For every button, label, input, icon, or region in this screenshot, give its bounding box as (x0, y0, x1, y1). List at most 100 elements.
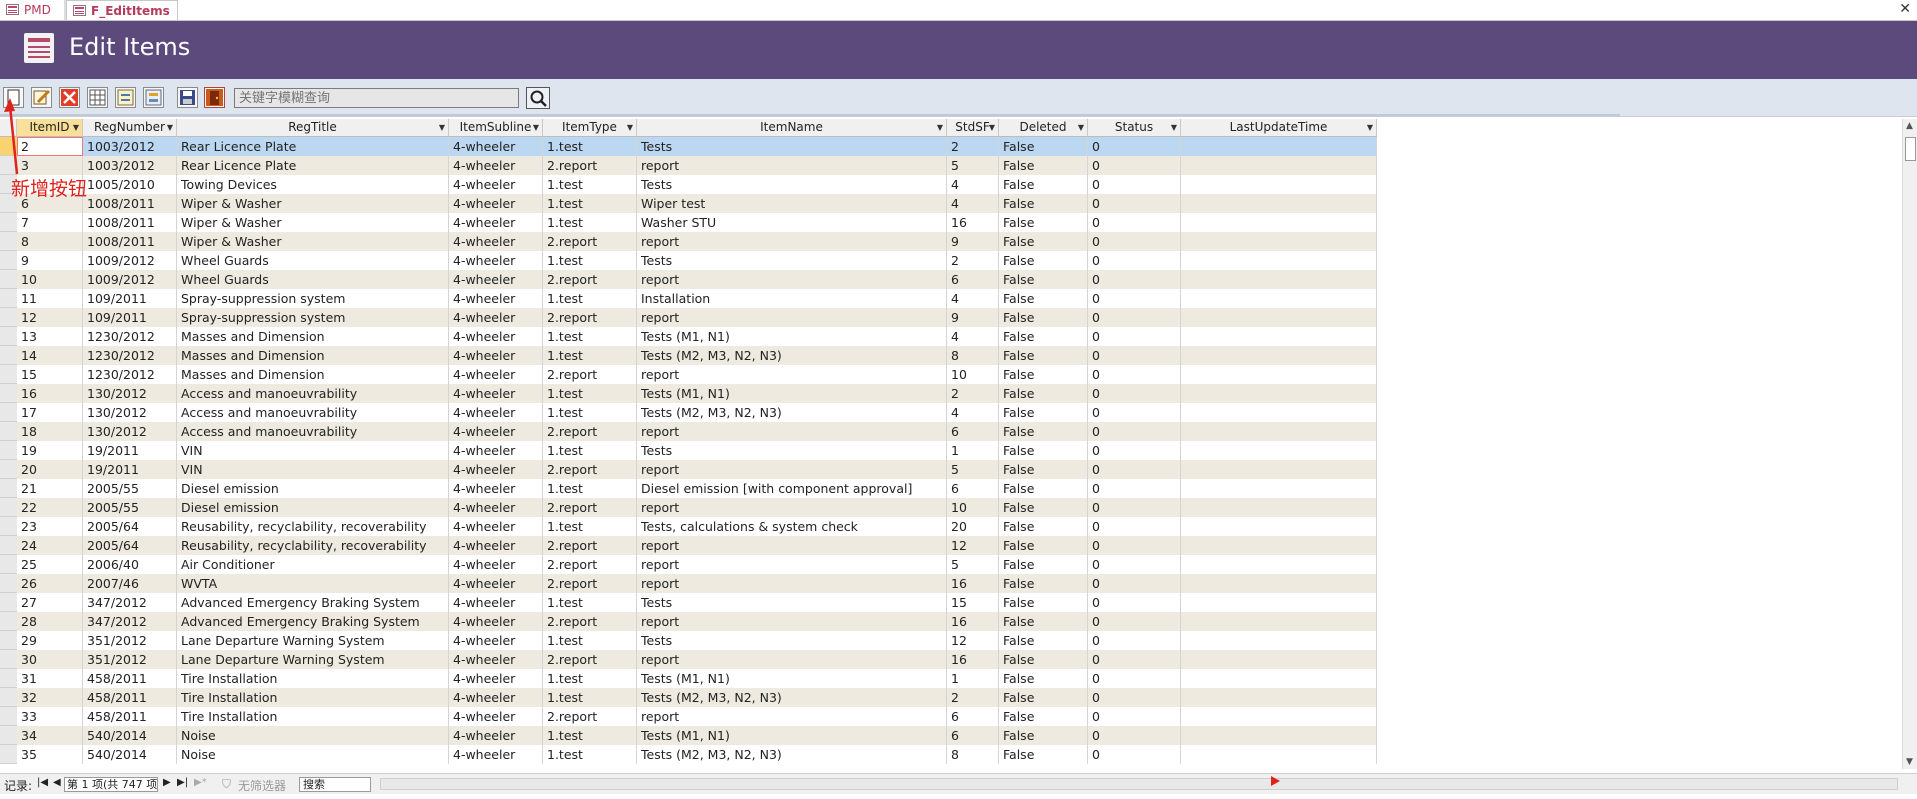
dropdown-arrow-icon[interactable]: ▼ (73, 119, 79, 136)
cell-regtitle[interactable]: Wiper & Washer (177, 213, 449, 232)
cell-status[interactable]: 0 (1088, 688, 1181, 707)
cell-itemtype[interactable]: 1.test (543, 517, 637, 536)
cell-lastupdatetime[interactable] (1181, 726, 1377, 745)
cell-itemsubline[interactable]: 4-wheeler (449, 308, 543, 327)
cell-regtitle[interactable]: Wheel Guards (177, 270, 449, 289)
cell-status[interactable]: 0 (1088, 574, 1181, 593)
table-row[interactable]: 9 1009/2012 Wheel Guards 4-wheeler 1.test Tes… (17, 251, 1377, 270)
cell-itemname[interactable]: Tests (M2, M3, N2, N3) (637, 688, 947, 707)
table-row[interactable]: 12 109/2011 Spray-suppression system 4-whee… (17, 308, 1377, 327)
table-row[interactable]: 6 1008/2011 Wiper & Washer 4-wheeler 1.test W… (17, 194, 1377, 213)
cell-itemsubline[interactable]: 4-wheeler (449, 593, 543, 612)
cell-itemsubline[interactable]: 4-wheeler (449, 517, 543, 536)
cell-stdsf[interactable]: 9 (947, 308, 999, 327)
cell-deleted[interactable]: False (999, 726, 1088, 745)
cell-regnumber[interactable]: 19/2011 (83, 460, 177, 479)
keyword-search-input[interactable] (234, 88, 519, 108)
cell-itemtype[interactable]: 2.report (543, 460, 637, 479)
cell-stdsf[interactable]: 4 (947, 289, 999, 308)
cell-lastupdatetime[interactable] (1181, 137, 1377, 156)
cell-regtitle[interactable]: Tire Installation (177, 669, 449, 688)
table-row[interactable]: 3 1003/2012 Rear Licence Plate 4-wheeler 2.r… (17, 156, 1377, 175)
cell-deleted[interactable]: False (999, 574, 1088, 593)
cell-regtitle[interactable]: Masses and Dimension (177, 346, 449, 365)
cell-itemtype[interactable]: 1.test (543, 403, 637, 422)
cell-deleted[interactable]: False (999, 555, 1088, 574)
column-header-itemid[interactable]: ItemID ▼ (17, 119, 83, 137)
cell-regtitle[interactable]: Masses and Dimension (177, 327, 449, 346)
cell-regtitle[interactable]: Wiper & Washer (177, 194, 449, 213)
table-row[interactable]: 15 1230/2012 Masses and Dimension 4-wheeler… (17, 365, 1377, 384)
dropdown-arrow-icon[interactable]: ▼ (533, 119, 539, 136)
cell-itemsubline[interactable]: 4-wheeler (449, 479, 543, 498)
column-header-itemname[interactable]: ItemName ▼ (637, 119, 947, 137)
row-selector[interactable] (0, 517, 17, 536)
cell-stdsf[interactable]: 4 (947, 194, 999, 213)
cell-deleted[interactable]: False (999, 251, 1088, 270)
column-header-regnumber[interactable]: RegNumber ▼ (83, 119, 177, 137)
cell-regtitle[interactable]: Spray-suppression system (177, 289, 449, 308)
dropdown-arrow-icon[interactable]: ▼ (627, 119, 633, 136)
cell-lastupdatetime[interactable] (1181, 365, 1377, 384)
cell-stdsf[interactable]: 1 (947, 669, 999, 688)
cell-itemsubline[interactable]: 4-wheeler (449, 403, 543, 422)
cell-stdsf[interactable]: 8 (947, 346, 999, 365)
cell-itemtype[interactable]: 2.report (543, 365, 637, 384)
cell-itemid[interactable]: 15 (17, 365, 83, 384)
cell-regtitle[interactable]: Access and manoeuvrability (177, 422, 449, 441)
cell-deleted[interactable]: False (999, 403, 1088, 422)
table-row[interactable]: 32 458/2011 Tire Installation 4-wheeler 1.te… (17, 688, 1377, 707)
column-header-itemtype[interactable]: ItemType ▼ (543, 119, 637, 137)
cell-status[interactable]: 0 (1088, 726, 1181, 745)
cell-stdsf[interactable]: 20 (947, 517, 999, 536)
cell-itemname[interactable]: report (637, 232, 947, 251)
cell-regtitle[interactable]: Rear Licence Plate (177, 156, 449, 175)
cell-lastupdatetime[interactable] (1181, 650, 1377, 669)
cell-regnumber[interactable]: 2005/64 (83, 536, 177, 555)
column-header-itemsubline[interactable]: ItemSubline ▼ (449, 119, 543, 137)
cell-deleted[interactable]: False (999, 289, 1088, 308)
cell-lastupdatetime[interactable] (1181, 346, 1377, 365)
cell-lastupdatetime[interactable] (1181, 574, 1377, 593)
cell-itemname[interactable]: Tests (M1, N1) (637, 669, 947, 688)
cell-status[interactable]: 0 (1088, 289, 1181, 308)
cell-itemname[interactable]: Tests (M1, N1) (637, 726, 947, 745)
cell-itemid[interactable]: 7 (17, 213, 83, 232)
cell-itemname[interactable]: report (637, 574, 947, 593)
cell-itemsubline[interactable]: 4-wheeler (449, 669, 543, 688)
cell-itemtype[interactable]: 1.test (543, 688, 637, 707)
cell-deleted[interactable]: False (999, 441, 1088, 460)
cell-status[interactable]: 0 (1088, 384, 1181, 403)
table-row[interactable]: 33 458/2011 Tire Installation 4-wheeler 2.re… (17, 707, 1377, 726)
cell-itemname[interactable]: Installation (637, 289, 947, 308)
table-row[interactable]: 23 2005/64 Reusability, recyclability, rec… (17, 517, 1377, 536)
table-row[interactable]: 7 1008/2011 Wiper & Washer 4-wheeler 1.test W… (17, 213, 1377, 232)
cell-itemname[interactable]: report (637, 707, 947, 726)
cell-lastupdatetime[interactable] (1181, 745, 1377, 764)
last-record-icon[interactable]: ▶| (177, 777, 188, 788)
table-row[interactable]: 27 347/2012 Advanced Emergency Braking Sys… (17, 593, 1377, 612)
cell-regtitle[interactable]: Diesel emission (177, 498, 449, 517)
cell-regnumber[interactable]: 130/2012 (83, 422, 177, 441)
cell-itemname[interactable]: report (637, 270, 947, 289)
cell-deleted[interactable]: False (999, 270, 1088, 289)
table-row[interactable]: 14 1230/2012 Masses and Dimension 4-wheeler… (17, 346, 1377, 365)
cell-status[interactable]: 0 (1088, 441, 1181, 460)
cell-regnumber[interactable]: 458/2011 (83, 707, 177, 726)
cell-itemname[interactable]: report (637, 555, 947, 574)
next-record-icon[interactable]: ▶ (163, 777, 171, 788)
cell-status[interactable]: 0 (1088, 669, 1181, 688)
table-row[interactable]: 19 19/2011 VIN 4-wheeler 1.test Tests 1 False 0 (17, 441, 1377, 460)
cell-itemname[interactable]: report (637, 612, 947, 631)
row-selector[interactable] (0, 536, 17, 555)
cell-status[interactable]: 0 (1088, 650, 1181, 669)
cell-regtitle[interactable]: Air Conditioner (177, 555, 449, 574)
cell-itemname[interactable]: report (637, 156, 947, 175)
cell-status[interactable]: 0 (1088, 479, 1181, 498)
cell-regnumber[interactable]: 1230/2012 (83, 365, 177, 384)
cell-itemtype[interactable]: 1.test (543, 631, 637, 650)
cell-itemtype[interactable]: 1.test (543, 194, 637, 213)
cell-deleted[interactable]: False (999, 498, 1088, 517)
cell-stdsf[interactable]: 12 (947, 536, 999, 555)
cell-itemname[interactable]: Wiper test (637, 194, 947, 213)
